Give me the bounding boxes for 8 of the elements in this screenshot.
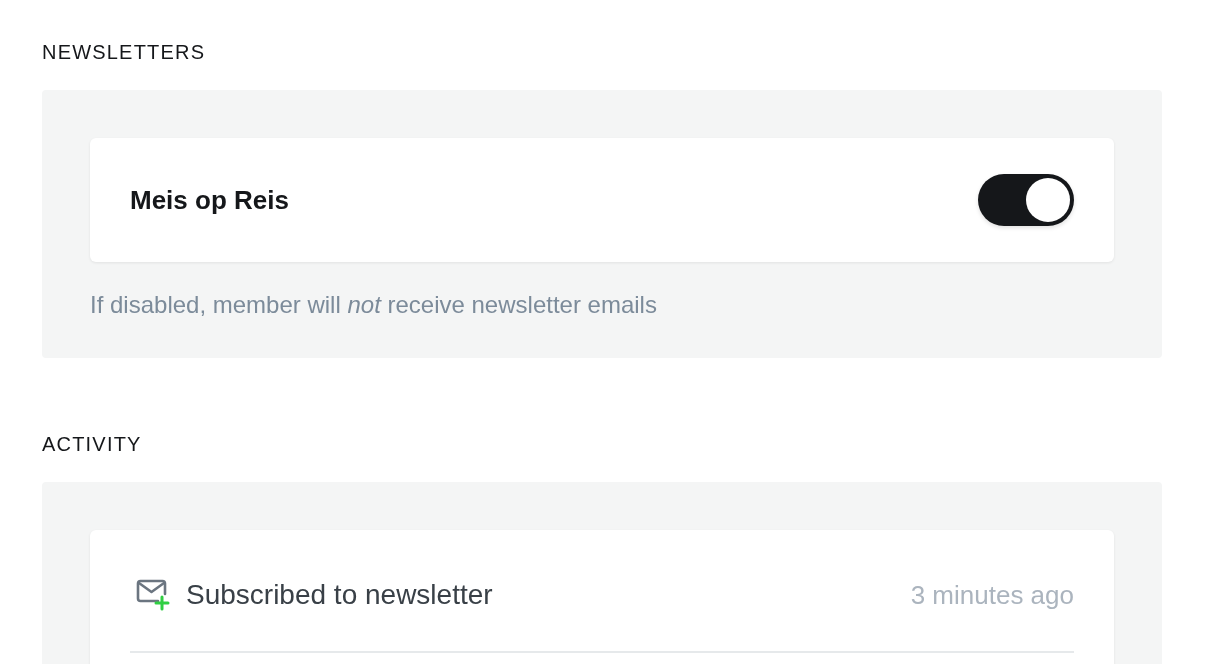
newsletter-name: Meis op Reis [130,184,289,216]
toggle-switch[interactable] [978,174,1074,226]
activity-time: 3 minutes ago [910,579,1074,612]
activity-text: Subscribed to newsletter [186,578,493,612]
section-heading: ACTIVITY [42,432,142,456]
envelope-plus-icon [136,579,170,611]
section-heading: NEWSLETTERS [42,40,206,64]
hint-text: If disabled, member will not receive newsletter emails [90,290,657,320]
